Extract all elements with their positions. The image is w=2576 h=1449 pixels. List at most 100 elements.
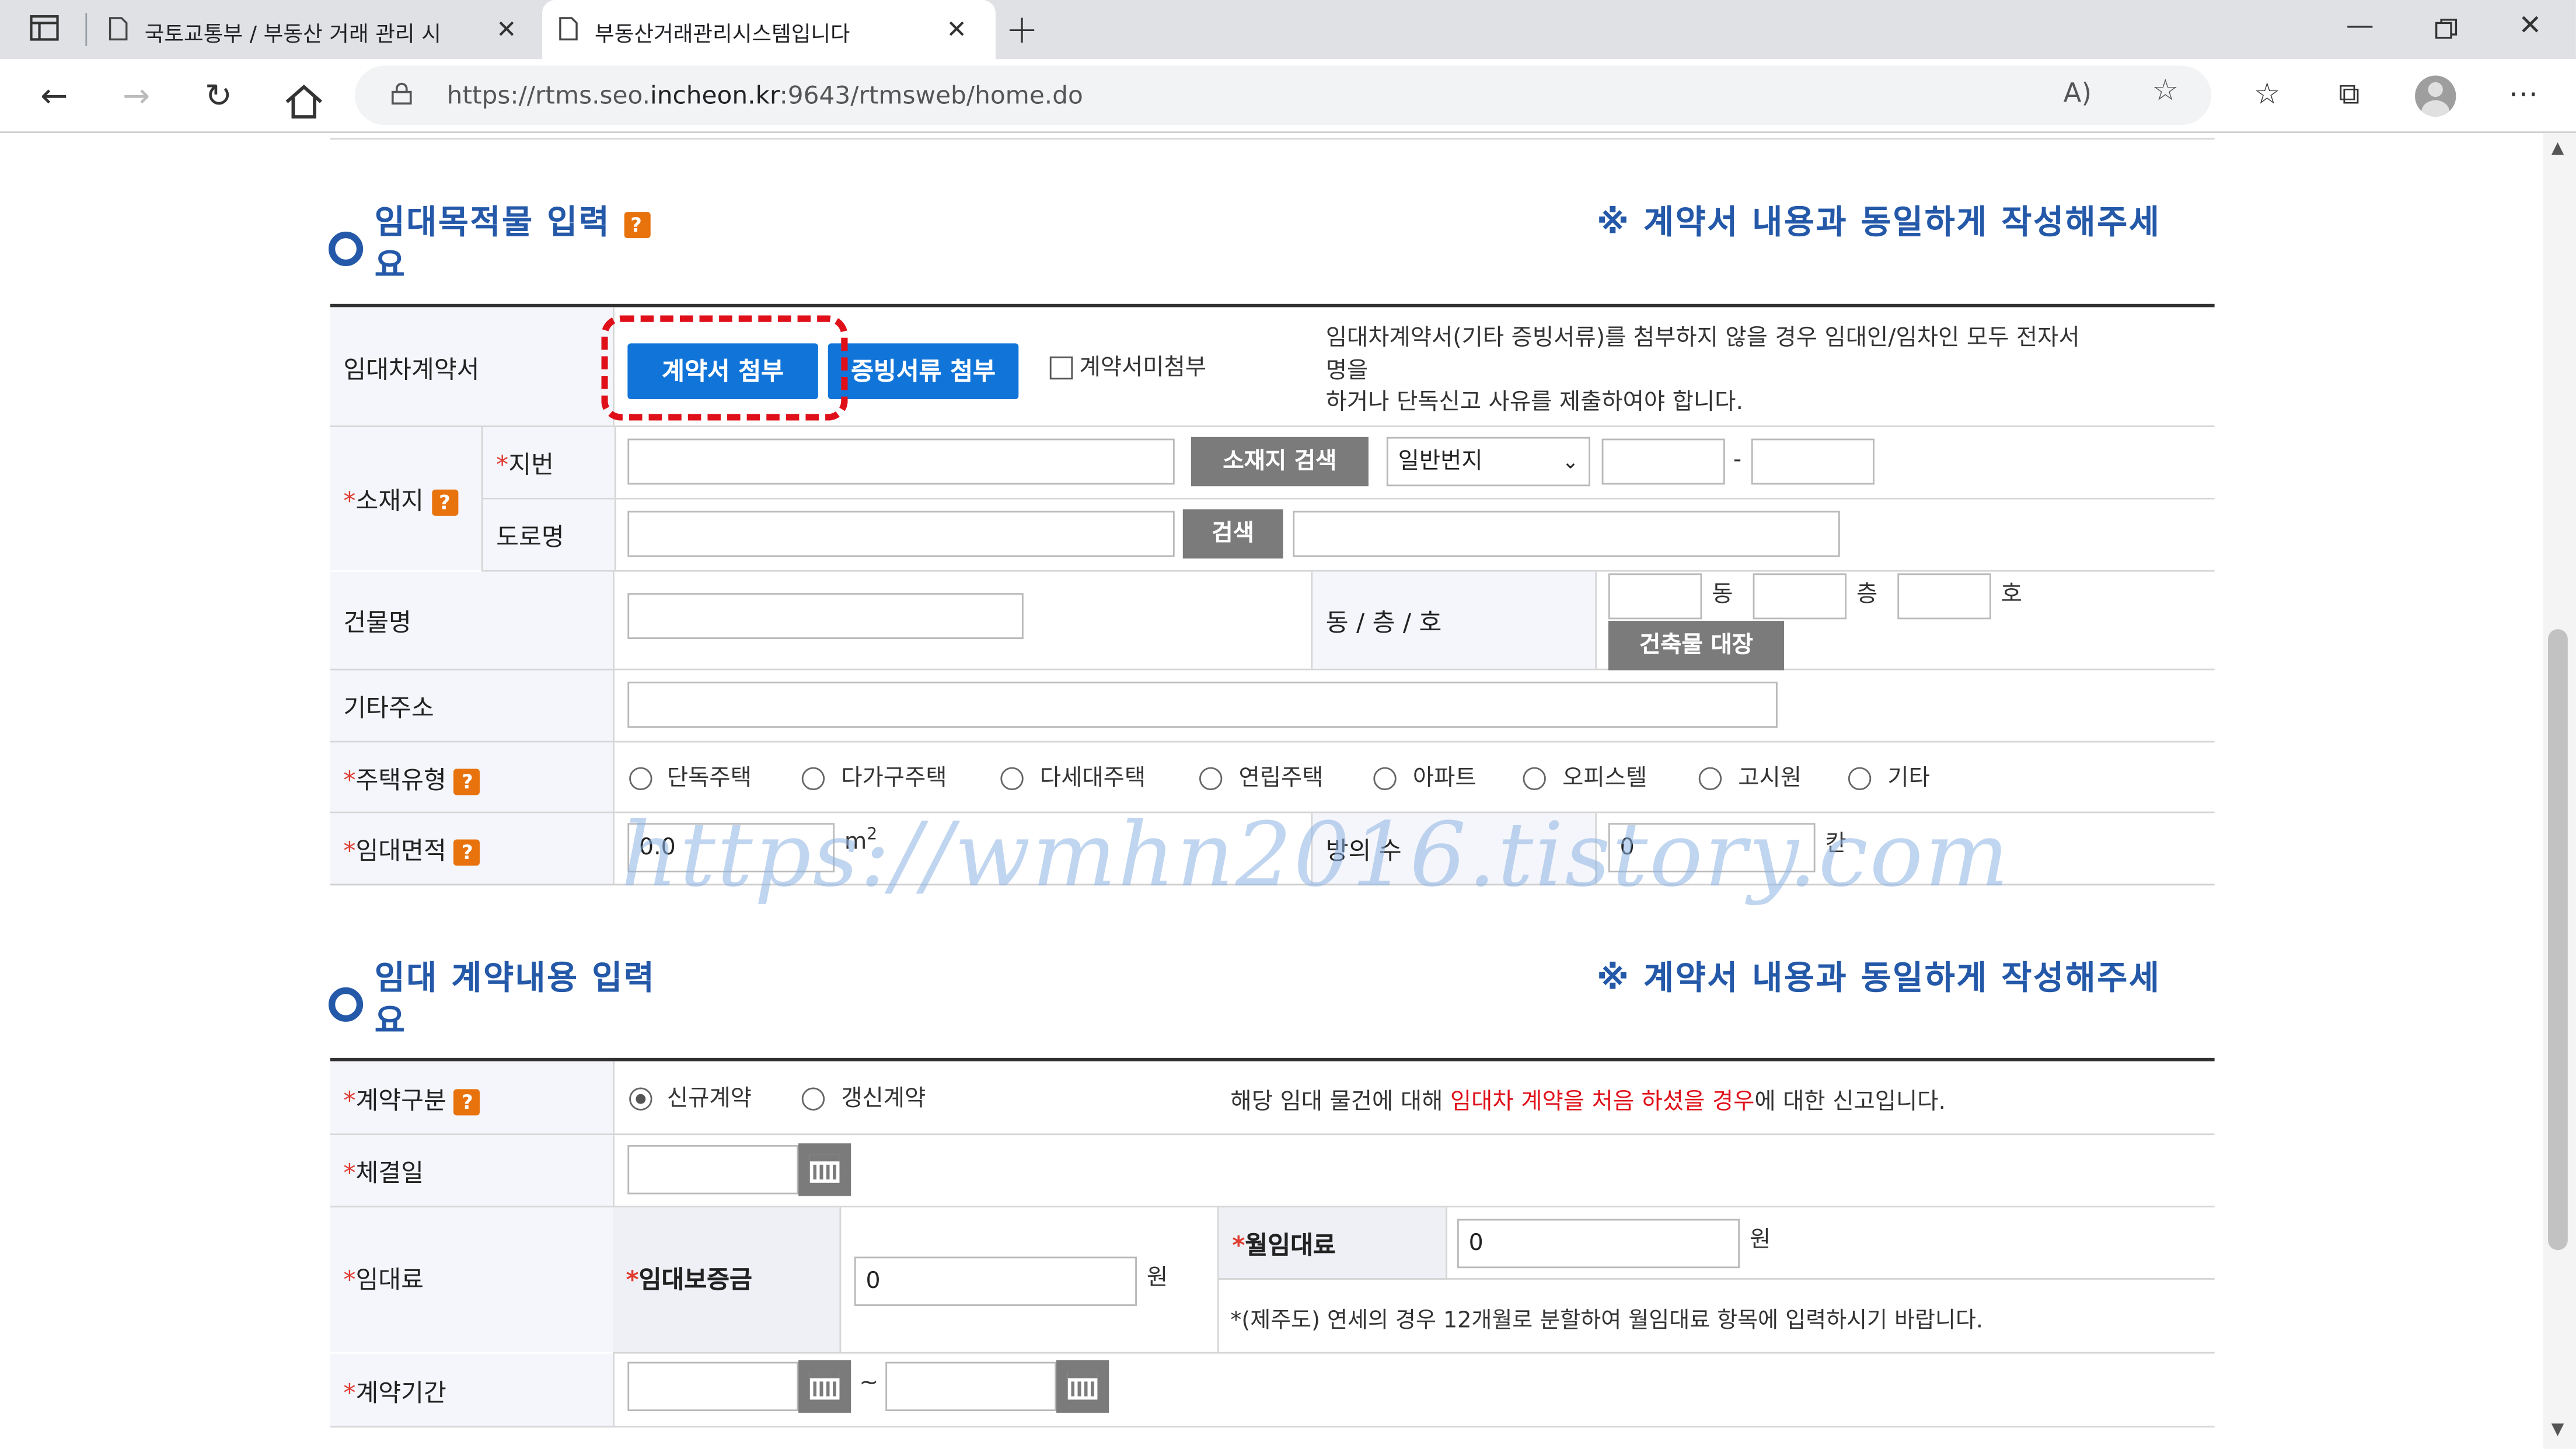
row-house-type: *주택유형 ? 단독주택 다가구주택 다세대주택 연립주택 아파트 오피스텔 고… <box>330 742 2215 813</box>
road-search-button[interactable]: 검색 <box>1182 509 1283 559</box>
close-window-icon[interactable]: ✕ <box>2518 10 2542 43</box>
floor-input[interactable] <box>1753 573 1847 620</box>
scrollbar-thumb[interactable] <box>2548 629 2568 1251</box>
option-multi-household: 다가구주택 <box>841 765 947 792</box>
help-icon[interactable]: ? <box>454 839 481 865</box>
chevron-down-icon: ⌄ <box>1562 450 1579 473</box>
label-contract: 임대차계약서 <box>330 307 615 426</box>
help-icon[interactable]: ? <box>454 768 481 795</box>
road-detail-input[interactable] <box>1293 511 1840 557</box>
radio-new-contract[interactable] <box>629 1087 652 1111</box>
monthly-rent-input[interactable]: 0 <box>1457 1218 1740 1269</box>
home-icon[interactable] <box>282 81 325 123</box>
option-renewal-contract: 갱신계약 <box>841 1085 926 1112</box>
back-icon[interactable]: ← <box>33 74 75 117</box>
attach-evidence-button[interactable]: 증빙서류 첨부 <box>828 343 1019 400</box>
refresh-icon[interactable]: ↻ <box>197 74 240 117</box>
favorite-add-icon[interactable]: ☆ <box>2152 74 2179 109</box>
watermark-text: https://wmhn2016.tistory.com <box>621 803 2010 907</box>
url-field[interactable]: https://rtms.seo.incheon.kr:9643/rtmsweb… <box>355 65 2211 125</box>
period-tilde: ~ <box>859 1370 879 1396</box>
jeju-rent-note: *(제주도) 연세의 경우 12개월로 분할하여 월임대료 항목에 입력하시기 … <box>1230 1307 1984 1334</box>
scroll-up-icon[interactable]: ▲ <box>2551 139 2564 158</box>
address-type-select[interactable]: 일반번지 ⌄ <box>1386 437 1590 487</box>
road-address-input[interactable] <box>627 511 1175 557</box>
more-menu-icon[interactable]: ⋯ <box>2500 72 2546 118</box>
scroll-down-icon[interactable]: ▼ <box>2551 1421 2564 1439</box>
help-icon[interactable]: ? <box>431 488 458 515</box>
row-building: 건물명 동 / 층 / 호 동 층 호 건축물 대장 <box>330 571 2215 671</box>
row-signed-date: *체결일 <box>330 1135 2215 1208</box>
divider <box>1219 1278 2215 1280</box>
radio-multiplex[interactable] <box>1000 767 1024 791</box>
calendar-icon[interactable] <box>1056 1360 1109 1413</box>
forward-icon[interactable]: → <box>115 74 158 117</box>
radio-row-house[interactable] <box>1199 767 1223 791</box>
radio-detached[interactable] <box>629 767 652 791</box>
row-contract-period: *계약기간 ~ <box>330 1353 2215 1428</box>
option-multiplex: 다세대주택 <box>1039 765 1146 792</box>
option-other: 기타 <box>1887 765 1930 792</box>
period-start-input[interactable] <box>627 1361 799 1412</box>
building-register-button[interactable]: 건축물 대장 <box>1608 621 1785 671</box>
no-contract-checkbox[interactable] <box>1049 356 1073 380</box>
new-tab-icon[interactable]: + <box>1006 6 1039 53</box>
contract-note-line2: 명을 <box>1325 358 1369 385</box>
help-icon[interactable]: ? <box>454 1088 481 1115</box>
jibun-address-input[interactable] <box>627 438 1175 485</box>
option-detached: 단독주택 <box>666 765 752 792</box>
tab-separator <box>85 13 88 46</box>
option-apartment: 아파트 <box>1412 765 1477 792</box>
tab-molit[interactable]: 국토교통부 / 부동산 거래 관리 시 ✕ <box>92 0 536 59</box>
row-etc-address: 기타주소 <box>330 670 2215 743</box>
period-end-input[interactable] <box>885 1361 1057 1412</box>
profile-avatar[interactable] <box>2415 75 2456 117</box>
calendar-icon[interactable] <box>798 1360 851 1413</box>
signed-date-input[interactable] <box>627 1145 799 1195</box>
tab-actions-icon[interactable] <box>30 15 60 41</box>
close-tab-icon[interactable]: ✕ <box>496 15 516 44</box>
read-aloud-icon[interactable]: A) <box>2064 77 2092 108</box>
dong-input[interactable] <box>1608 573 1702 620</box>
option-row-house: 연립주택 <box>1238 765 1324 792</box>
etc-address-input[interactable] <box>627 682 1778 728</box>
help-icon[interactable]: ? <box>623 211 650 238</box>
radio-apartment[interactable] <box>1373 767 1397 791</box>
page-icon <box>559 17 578 41</box>
collections-icon[interactable]: ⧉ <box>2326 72 2372 118</box>
minimize-icon[interactable]: — <box>2346 10 2374 43</box>
label-contract-type: *계약구분 ? <box>330 1061 615 1134</box>
bunji-main-input[interactable] <box>1601 438 1725 485</box>
location-search-button[interactable]: 소재지 검색 <box>1191 437 1369 487</box>
option-new-contract: 신규계약 <box>666 1085 752 1112</box>
label-deposit: *임대보증금 <box>612 1207 842 1352</box>
notice-text: ※ 계약서 내용과 동일하게 작성해주세 <box>1597 958 2161 997</box>
radio-goshiwon[interactable] <box>1698 767 1722 791</box>
radio-multi-household[interactable] <box>801 767 825 791</box>
building-name-input[interactable] <box>627 593 1024 640</box>
radio-renewal-contract[interactable] <box>801 1087 825 1111</box>
label-building: 건물명 <box>330 571 615 669</box>
ho-input[interactable] <box>1897 573 1991 620</box>
tab-rtms[interactable]: 부동산거래관리시스템입니다 ✕ <box>542 0 996 60</box>
previous-table-bottom <box>330 133 2215 140</box>
screenshot-stage: 국토교통부 / 부동산 거래 관리 시 ✕ 부동산거래관리시스템입니다 ✕ + … <box>0 0 2576 1449</box>
favorites-icon[interactable]: ☆ <box>2244 72 2290 118</box>
circle-bullet-icon <box>329 987 364 1022</box>
notice-text: ※ 계약서 내용과 동일하게 작성해주세 <box>1597 202 2161 242</box>
bunji-sub-input[interactable] <box>1751 438 1875 485</box>
vertical-scrollbar[interactable]: ▲ ▼ <box>2543 133 2576 1449</box>
radio-other[interactable] <box>1848 767 1872 791</box>
section-title-wrap: 요 <box>374 245 407 284</box>
section-title-wrap: 요 <box>374 1000 407 1040</box>
label-house-type: *주택유형 ? <box>330 742 615 812</box>
deposit-input[interactable]: 0 <box>854 1256 1137 1306</box>
section-title: 임대 계약내용 입력 <box>374 958 656 997</box>
no-contract-label: 계약서미첨부 <box>1079 355 1207 382</box>
calendar-icon[interactable] <box>798 1143 851 1196</box>
close-tab-icon[interactable]: ✕ <box>946 15 966 44</box>
radio-officetel[interactable] <box>1523 767 1546 791</box>
restore-icon[interactable] <box>2435 18 2458 41</box>
contract-content-table: *계약구분 ? 신규계약 갱신계약 해당 임대 물건에 대해 임대차 계약을 처… <box>330 1057 2215 1449</box>
lock-icon[interactable] <box>391 82 413 105</box>
